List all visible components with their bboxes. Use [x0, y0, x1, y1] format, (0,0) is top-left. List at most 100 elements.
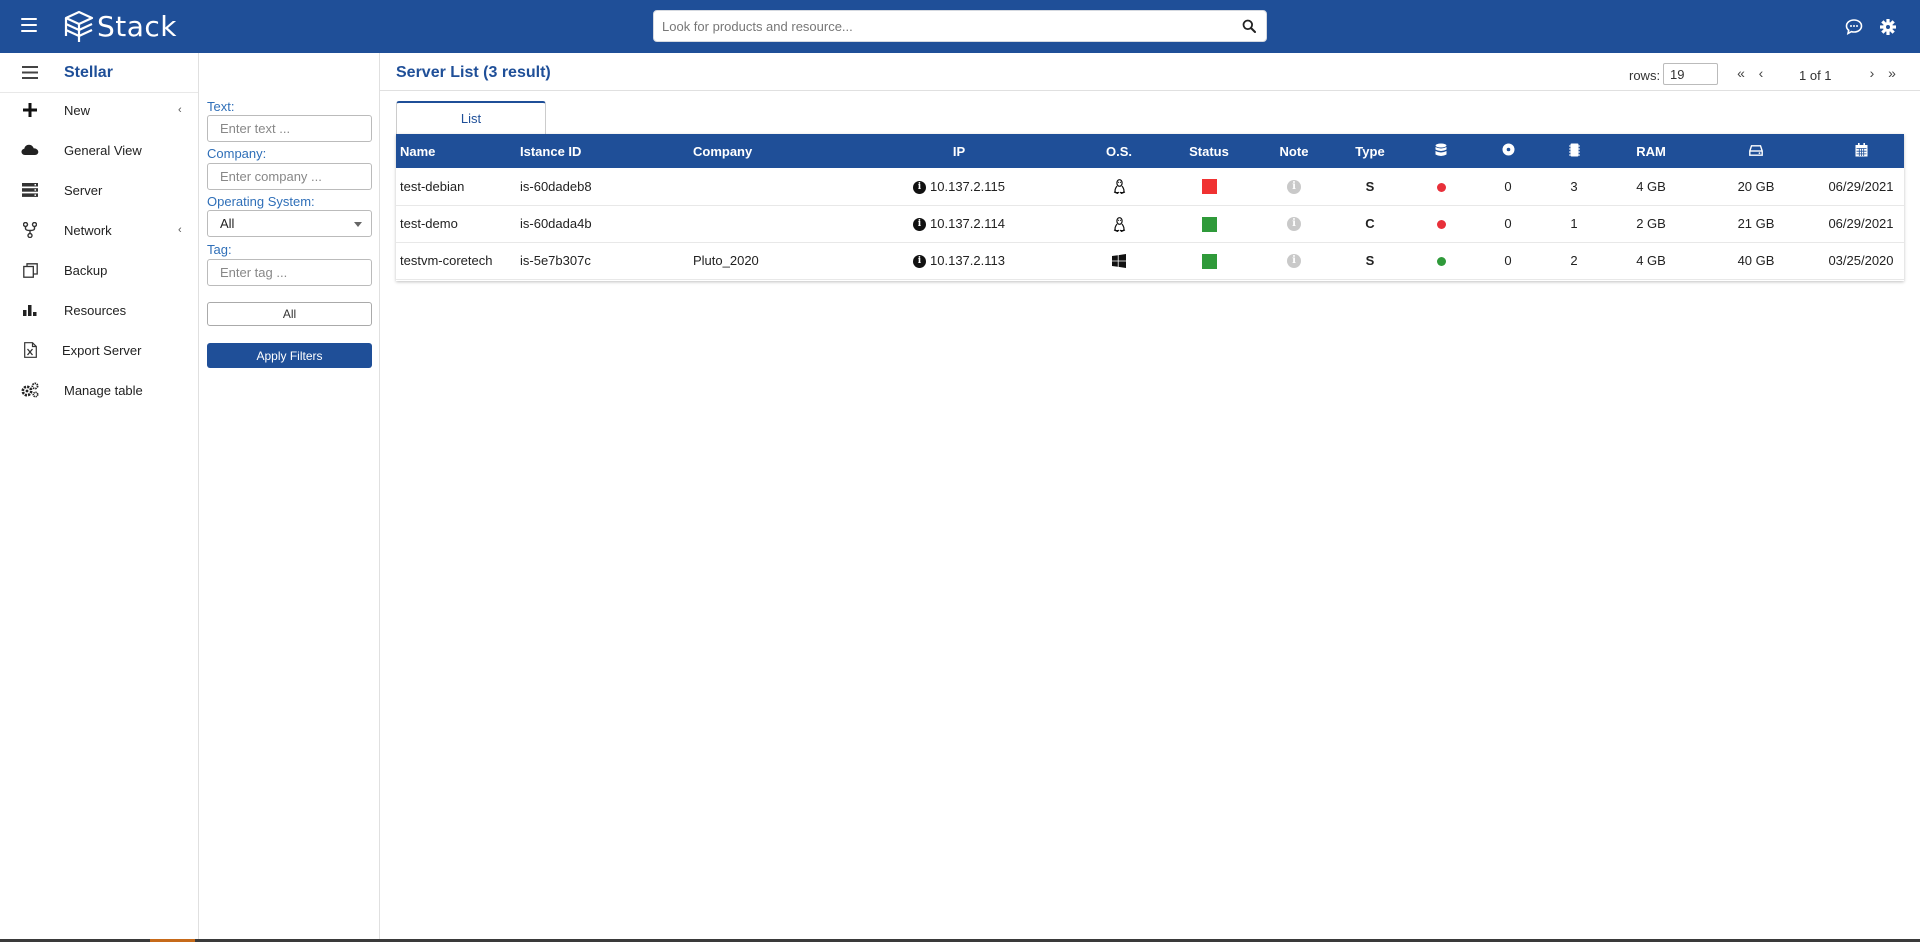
table-row[interactable]: testvm-coretech is-5e7b307c Pluto_2020 i…: [396, 242, 1904, 279]
tab-list[interactable]: List: [396, 101, 546, 134]
cell-ram: 2 GB: [1636, 216, 1666, 231]
cell-date: 03/25/2020: [1828, 253, 1894, 268]
prev-page-icon[interactable]: ‹: [1753, 63, 1769, 83]
info-icon[interactable]: i: [913, 180, 927, 194]
cell-storage: [1406, 168, 1476, 205]
nav-item-label: New: [64, 102, 91, 118]
rows-per-page-input[interactable]: [1663, 63, 1718, 85]
cell-name: test-debian: [400, 178, 465, 194]
cell-disc: 0: [1504, 216, 1512, 231]
storage-status-dot: [1436, 220, 1446, 230]
column-header-type[interactable]: Type: [1334, 134, 1406, 168]
nav-item-new[interactable]: New ‹: [0, 93, 199, 127]
cell-note: i: [1254, 242, 1334, 279]
os-filter-select[interactable]: All: [207, 210, 372, 237]
next-page-icon[interactable]: ›: [1864, 63, 1880, 83]
table-row[interactable]: test-debian is-60dadeb8 i 10.137.2.115 i …: [396, 168, 1904, 205]
note-info-icon[interactable]: i: [1287, 254, 1301, 269]
info-icon[interactable]: i: [913, 255, 927, 269]
settings-gear-icon[interactable]: [1879, 18, 1897, 36]
search-input[interactable]: [662, 11, 1222, 41]
note-info-icon[interactable]: i: [1287, 217, 1301, 232]
chevron-left-icon: ‹: [178, 224, 182, 236]
column-header-os[interactable]: O.S.: [1074, 134, 1164, 168]
column-header-instance-id[interactable]: Istance ID: [516, 134, 689, 168]
network-icon: [21, 221, 39, 239]
cell-status: [1164, 205, 1254, 242]
nav-item-server[interactable]: Server: [0, 173, 199, 207]
cell-disk: 21 GB: [1737, 216, 1775, 231]
calendar-icon: [1855, 142, 1867, 156]
search-icon[interactable]: [1242, 19, 1256, 33]
cell-type: C: [1365, 216, 1375, 231]
app-logo[interactable]: Stack: [62, 8, 177, 44]
cell-storage: [1406, 242, 1476, 279]
column-header-storage[interactable]: [1406, 134, 1476, 168]
filter-panel: Text: Company: Operating System: All Tag…: [199, 53, 380, 942]
cell-cpu: 1: [1570, 216, 1578, 231]
cell-disk: 40 GB: [1737, 253, 1775, 268]
server-table: Name Istance ID Company IP O.S. Status N…: [396, 134, 1904, 281]
column-header-ip[interactable]: IP: [844, 134, 1074, 168]
nav-item-export-server[interactable]: Export Server: [0, 333, 199, 367]
nav-header: Stellar: [0, 53, 198, 93]
database-icon: [1435, 143, 1447, 156]
nav-item-general-view[interactable]: General View: [0, 133, 199, 167]
apply-filters-button[interactable]: Apply Filters: [207, 343, 372, 368]
text-filter-input[interactable]: [207, 115, 372, 142]
cell-cpu: 3: [1570, 178, 1578, 194]
nav-item-network[interactable]: Network ‹: [0, 213, 199, 247]
tag-filter-input[interactable]: [207, 259, 372, 286]
list-icon[interactable]: [22, 66, 38, 79]
nav-item-backup[interactable]: Backup: [0, 253, 199, 287]
plus-icon: [21, 101, 39, 119]
cell-date: 06/29/2021: [1828, 178, 1894, 194]
cell-name: test-demo: [400, 216, 458, 231]
column-header-date[interactable]: [1818, 134, 1904, 168]
server-icon: [21, 181, 39, 199]
cell-status: [1164, 242, 1254, 279]
note-info-icon[interactable]: i: [1287, 180, 1301, 195]
cell-storage: [1406, 205, 1476, 242]
all-button[interactable]: All: [207, 302, 372, 326]
rows-label: rows:: [1629, 68, 1661, 83]
cell-ram: 4 GB: [1636, 253, 1666, 268]
storage-status-dot: [1436, 182, 1446, 192]
cpu-icon: [1568, 143, 1580, 156]
windows-icon: [1112, 254, 1126, 269]
cell-date: 06/29/2021: [1828, 216, 1894, 231]
column-header-ram[interactable]: RAM: [1608, 134, 1694, 168]
column-header-name[interactable]: Name: [396, 134, 516, 168]
cell-instance-id: is-60dadeb8: [520, 178, 592, 194]
nav-item-label: Server: [64, 182, 103, 198]
nav-item-label: General View: [64, 142, 142, 158]
menu-toggle-icon[interactable]: [21, 18, 37, 32]
nav-item-resources[interactable]: Resources: [0, 293, 199, 327]
excel-file-icon: [21, 341, 39, 359]
column-header-disc[interactable]: [1476, 134, 1540, 168]
caret-down-icon: [354, 222, 362, 227]
nav-title: Stellar: [64, 63, 113, 81]
top-bar: Stack: [0, 0, 1920, 53]
cell-status: [1164, 168, 1254, 205]
status-indicator: [1201, 216, 1217, 232]
column-header-company[interactable]: Company: [689, 134, 844, 168]
table-row[interactable]: test-demo is-60dada4b i 10.137.2.114 i C …: [396, 205, 1904, 242]
column-header-status[interactable]: Status: [1164, 134, 1254, 168]
info-icon[interactable]: i: [913, 218, 927, 232]
company-filter-input[interactable]: [207, 163, 372, 190]
nav-item-manage-table[interactable]: Manage table: [0, 373, 199, 407]
chat-icon[interactable]: [1845, 18, 1863, 36]
column-header-note[interactable]: Note: [1254, 134, 1334, 168]
last-page-icon[interactable]: »: [1884, 63, 1900, 83]
cell-instance-id: is-60dada4b: [520, 216, 592, 231]
column-header-cpu[interactable]: [1540, 134, 1608, 168]
cloud-icon: [21, 141, 39, 159]
cell-type: S: [1365, 253, 1375, 268]
first-page-icon[interactable]: «: [1733, 63, 1749, 83]
hdd-icon: [1749, 144, 1763, 156]
cell-disc: 0: [1504, 178, 1512, 194]
column-header-disk[interactable]: [1694, 134, 1818, 168]
ip-value: 10.137.2.115: [930, 178, 1005, 194]
status-indicator: [1201, 253, 1217, 269]
